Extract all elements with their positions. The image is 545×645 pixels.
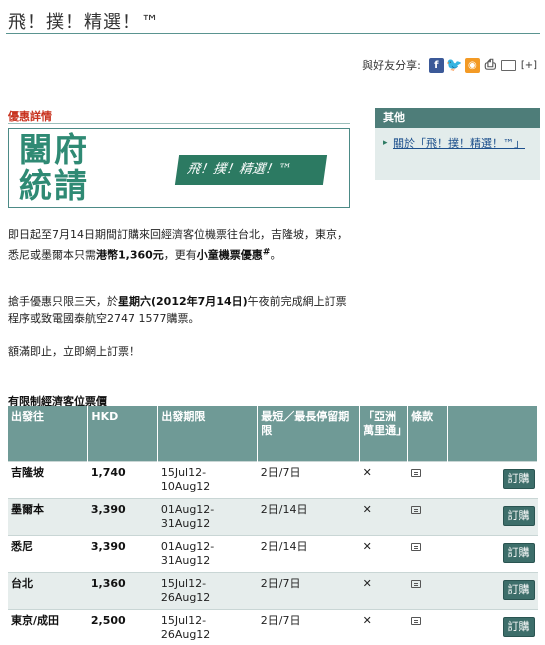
row-price: 1,360 [87,571,158,609]
row-destination: 墨爾本 [8,497,88,535]
row-price: 3,390 [87,497,158,535]
header-period: 出發期限 [157,406,259,461]
row-price: 3,390 [87,534,158,572]
p2-deadline: 星期六(2012年7月14日) [118,295,248,308]
book-button[interactable]: 訂購 [502,468,535,489]
terms-icon[interactable] [410,505,421,514]
p1-price: 港幣1,360元 [96,248,164,262]
sidebar-heading: 其他 [375,108,540,128]
row-period: 15Jul12-26Aug12 [157,571,258,609]
print-icon[interactable]: ⎙ [482,57,498,73]
offer-paragraph-1: 即日起至7月14日期間訂購來回經濟客位機票往台北，吉隆坡，東京，悉尼或墨爾本只需… [8,226,352,264]
row-stay: 2日/14日 [257,497,360,535]
sidebar-others: 其他 關於「飛！撲！精選！™」 [375,108,540,180]
p1-text-c: ，更有 [163,248,197,262]
row-stay: 2日/7日 [257,608,360,645]
row-price: 1,740 [87,460,158,498]
row-stay: 2日/7日 [257,460,360,498]
row-period: 01Aug12-31Aug12 [157,497,258,535]
row-destination: 東京/成田 [8,608,88,645]
terms-icon[interactable] [410,468,421,477]
title-divider [6,33,540,34]
asia-miles-cross-icon: ✕ [362,576,372,590]
offer-paragraph-3: 額滿即止，立即網上訂票！ [8,345,140,358]
book-button[interactable]: 訂購 [502,579,535,600]
sidebar-link-about[interactable]: 關於「飛！撲！精選！™」 [383,136,532,151]
row-period: 15Jul12-10Aug12 [157,460,258,498]
share-bar: 與好友分享: f 🐦 ◉ ⎙ [+] [362,57,537,73]
terms-icon[interactable] [410,616,421,625]
p1-child-offer: 小童機票優惠 [196,248,263,262]
book-button[interactable]: 訂購 [502,505,535,526]
row-destination: 吉隆坡 [8,460,88,498]
banner-logo-line1: 闔府 [19,130,89,169]
book-button[interactable]: 訂購 [502,616,535,637]
header-destination: 出發往 [8,406,89,461]
fare-table: 出發往 HKD 出發期限 最短／最長停留期限 「亞洲萬里通」 條款 吉隆坡 1,… [8,406,538,645]
rss-icon[interactable]: ◉ [464,57,480,73]
book-button[interactable]: 訂購 [502,542,535,563]
asia-miles-cross-icon: ✕ [362,613,372,627]
header-asia-miles: 「亞洲萬里通」 [359,406,409,461]
share-label: 與好友分享: [362,59,421,72]
p1-text-f: 。 [270,248,282,262]
terms-icon[interactable] [410,579,421,588]
row-stay: 2日/14日 [257,534,360,572]
offer-heading: 優惠詳情 [8,110,52,123]
header-terms: 條款 [407,406,449,461]
offer-paragraph-2: 搶手優惠只限三天，於星期六(2012年7月14日)午夜前完成網上訂票程序或致電國… [8,293,352,327]
share-more-link[interactable]: [+] [521,60,537,71]
header-book [447,406,538,461]
header-hkd: HKD [87,406,159,461]
table-row: 墨爾本 3,390 01Aug12-31Aug12 2日/14日 ✕ 訂購 [8,497,538,535]
table-row: 悉尼 3,390 01Aug12-31Aug12 2日/14日 ✕ 訂購 [8,534,538,572]
table-row: 台北 1,360 15Jul12-26Aug12 2日/7日 ✕ 訂購 [8,571,538,609]
terms-icon[interactable] [410,542,421,551]
table-row: 吉隆坡 1,740 15Jul12-10Aug12 2日/7日 ✕ 訂購 [8,460,538,498]
promo-banner: 闔府 統請 飛！撲！精選！™ [8,128,350,208]
row-destination: 悉尼 [8,534,88,572]
header-stay: 最短／最長停留期限 [257,406,361,461]
banner-logo: 闔府 統請 [19,132,159,204]
row-destination: 台北 [8,571,88,609]
table-row: 東京/成田 2,500 15Jul12-26Aug12 2日/7日 ✕ 訂購 [8,608,538,645]
offer-divider [8,123,350,124]
page-title: 飛！撲！精選！™ [8,12,160,33]
asia-miles-cross-icon: ✕ [362,502,372,516]
row-period: 01Aug12-31Aug12 [157,534,258,572]
facebook-icon[interactable]: f [428,57,444,73]
row-price: 2,500 [87,608,158,645]
asia-miles-cross-icon: ✕ [362,465,372,479]
banner-logo-line2: 統請 [19,166,89,205]
row-period: 15Jul12-26Aug12 [157,608,258,645]
asia-miles-cross-icon: ✕ [362,539,372,553]
fare-table-header: 出發往 HKD 出發期限 最短／最長停留期限 「亞洲萬里通」 條款 [8,406,538,461]
p2-text-a: 搶手優惠只限三天，於 [8,295,118,308]
row-stay: 2日/7日 [257,571,360,609]
twitter-icon[interactable]: 🐦 [446,57,462,73]
banner-tagline: 飛！撲！精選！™ [174,155,328,185]
email-icon[interactable] [500,59,516,71]
